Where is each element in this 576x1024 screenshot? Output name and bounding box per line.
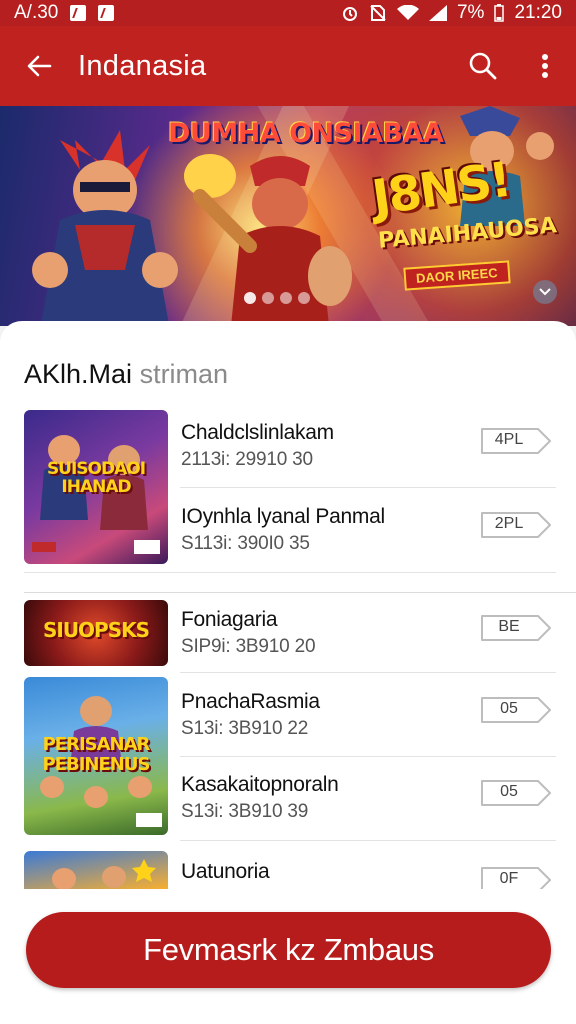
section-title: AKlh.Mai striman (24, 359, 228, 390)
list-item[interactable]: IOynhla lyanal Panmal S113i: 390I0 35 2P… (180, 493, 556, 577)
wifi-icon (396, 5, 419, 20)
status-time-right: 21:20 (514, 2, 562, 23)
item-badge-label: 4PL (494, 431, 524, 448)
notification-icon (70, 5, 87, 21)
game-thumbnail[interactable] (24, 851, 168, 891)
thumbnail-label: SUISODAOI IHANAD (46, 459, 146, 497)
row-divider (180, 756, 556, 757)
back-button[interactable] (0, 26, 78, 106)
list-item[interactable]: Kasakaitopnoraln S13i: 3B910 39 05 (180, 761, 556, 845)
list-item[interactable]: PnachaRasmia S13i: 3B910 22 05 (180, 678, 556, 762)
item-badge-button[interactable]: 05 (480, 779, 552, 807)
list-item[interactable]: Uatunoria 0F (180, 848, 556, 892)
section-title-bold: AKlh.Mai (24, 359, 133, 389)
battery-percent: 7% (456, 2, 485, 23)
group-divider (24, 572, 556, 573)
item-name: Uatunoria (181, 860, 270, 883)
item-name: Chaldclslinlakam (181, 421, 334, 444)
bottom-action-bar: Fevmasrk kz Zmbaus (0, 889, 576, 1024)
carousel-dot[interactable] (280, 292, 292, 304)
item-badge-label: 05 (500, 700, 518, 717)
page-title: Indanasia (78, 49, 207, 82)
notification-icon (98, 5, 115, 21)
banner-title: DUMHA ONSIABAA (168, 118, 444, 149)
item-badge-button[interactable]: BE (480, 614, 552, 642)
carousel-dot[interactable] (298, 292, 310, 304)
item-badge-label: 2PL (494, 515, 524, 532)
item-name: IOynhla lyanal Panmal (181, 505, 385, 528)
row-divider (180, 840, 556, 841)
item-meta: 2113i: 29910 30 (181, 449, 313, 470)
item-badge-label: 0F (499, 870, 519, 887)
back-arrow-icon (27, 55, 52, 77)
status-bar: A/.30 7% 21:20 (0, 0, 576, 26)
no-sim-icon (370, 5, 386, 21)
item-meta: SIP9i: 3B910 20 (181, 636, 316, 657)
signal-icon (428, 5, 447, 21)
thumbnail-label: PERISANAR PEBINENUS (42, 734, 151, 775)
row-divider (180, 672, 556, 673)
section-title-muted: striman (139, 359, 229, 389)
chevron-down-icon (539, 288, 551, 296)
game-thumbnail[interactable]: SUISODAOI IHANAD (24, 410, 168, 564)
status-time-left: A/.30 (14, 2, 59, 23)
row-divider (180, 487, 556, 488)
hero-illustration-left (32, 130, 178, 326)
group-divider (24, 592, 576, 593)
item-meta: S13i: 3B910 22 (181, 718, 309, 739)
item-badge-label: BE (498, 618, 520, 635)
item-meta: S113i: 390I0 35 (181, 533, 310, 554)
item-name: Kasakaitopnoraln (181, 773, 339, 796)
item-badge-label: 05 (500, 783, 518, 800)
game-thumbnail[interactable]: PERISANAR PEBINENUS (24, 677, 168, 835)
carousel-dot[interactable] (262, 292, 274, 304)
carousel-dots[interactable] (244, 292, 310, 304)
banner-badge-tag: DAOR IREEC (403, 260, 511, 291)
item-badge-button[interactable]: 05 (480, 696, 552, 724)
search-icon (469, 52, 497, 80)
item-badge-button[interactable]: 2PL (480, 511, 552, 539)
search-button[interactable] (452, 26, 514, 106)
game-thumbnail[interactable]: SIUOPSKS (24, 600, 168, 666)
thumbnail-label: SIUOPSKS (42, 618, 150, 642)
item-meta: S13i: 3B910 39 (181, 801, 309, 822)
item-badge-button[interactable]: 4PL (480, 427, 552, 455)
carousel-dot[interactable] (244, 292, 256, 304)
primary-action-button[interactable]: Fevmasrk kz Zmbaus (26, 912, 551, 988)
app-bar: Indanasia (0, 26, 576, 106)
content-sheet: AKlh.Mai striman SUISODAOI IHANAD SIUOPS… (0, 321, 576, 921)
list-item[interactable]: Foniagaria SIP9i: 3B910 20 BE (180, 596, 556, 680)
item-name: PnachaRasmia (181, 690, 320, 713)
more-options-button[interactable] (514, 26, 576, 106)
banner-expand-button[interactable] (533, 280, 557, 304)
more-vert-icon (542, 54, 548, 78)
item-name: Foniagaria (181, 608, 278, 631)
battery-icon (494, 4, 505, 22)
list-item[interactable]: Chaldclslinlakam 2113i: 29910 30 4PL (180, 409, 556, 493)
alarm-icon (342, 7, 357, 21)
promo-banner[interactable]: DUMHA ONSIABAA J8NS! PANAIHAUOSA DAOR IR… (0, 106, 576, 326)
